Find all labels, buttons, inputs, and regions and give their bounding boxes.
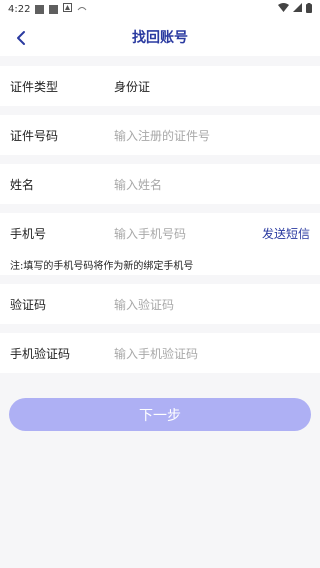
cast-icon xyxy=(77,4,87,15)
send-sms-button[interactable]: 发送短信 xyxy=(262,225,310,242)
notification-icon xyxy=(49,4,59,14)
name-label: 姓名 xyxy=(10,177,35,192)
app-bar: 找回账号 xyxy=(0,18,320,56)
phone-note: 注:填写的手机号码将作为新的绑定手机号 xyxy=(0,253,320,275)
captcha-label: 验证码 xyxy=(10,297,47,312)
status-bar: 4:22 xyxy=(0,0,320,18)
signal-icon xyxy=(293,3,302,15)
sms-code-label: 手机验证码 xyxy=(10,346,71,361)
notification-icon xyxy=(35,4,45,14)
id-type-row[interactable]: 证件类型 身份证 xyxy=(0,66,320,106)
id-type-label: 证件类型 xyxy=(10,79,59,94)
app-notification-icon xyxy=(63,3,73,15)
sms-code-row: 手机验证码 输入手机验证码 xyxy=(0,333,320,373)
status-time: 4:22 xyxy=(8,3,31,15)
name-row: 姓名 输入姓名 xyxy=(0,164,320,204)
name-input[interactable]: 输入姓名 xyxy=(114,176,310,193)
phone-row: 手机号 输入手机号码 发送短信 xyxy=(0,213,320,253)
phone-input[interactable]: 输入手机号码 xyxy=(114,225,262,242)
chevron-left-icon[interactable] xyxy=(10,27,32,49)
id-number-row: 证件号码 输入注册的证件号 xyxy=(0,115,320,155)
id-number-label: 证件号码 xyxy=(10,128,59,143)
sms-code-input[interactable]: 输入手机验证码 xyxy=(114,345,310,362)
captcha-row: 验证码 输入验证码 xyxy=(0,284,320,324)
recover-account-form: 证件类型 身份证 证件号码 输入注册的证件号 姓名 输入姓名 手机号 输入手机号… xyxy=(0,66,320,373)
next-step-button[interactable]: 下一步 xyxy=(9,398,311,431)
wifi-icon xyxy=(278,3,289,15)
captcha-input[interactable]: 输入验证码 xyxy=(114,296,310,313)
id-type-select[interactable]: 身份证 xyxy=(114,78,150,95)
battery-icon xyxy=(306,2,312,16)
phone-label: 手机号 xyxy=(10,226,47,241)
page-title: 找回账号 xyxy=(132,30,188,46)
id-number-input[interactable]: 输入注册的证件号 xyxy=(114,127,310,144)
